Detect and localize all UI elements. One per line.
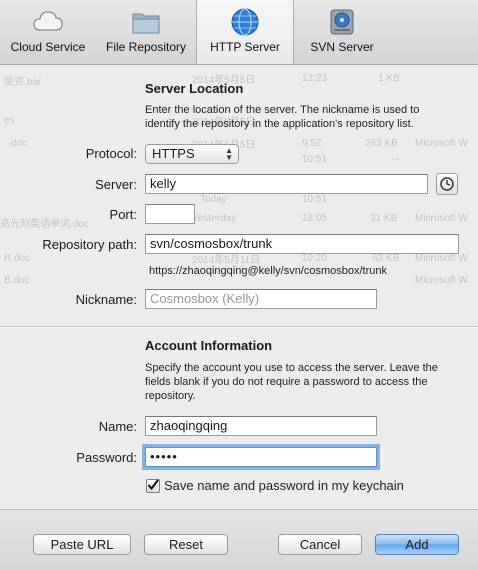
hard-drive-icon xyxy=(330,9,354,35)
tab-http-server[interactable]: HTTP Server xyxy=(196,0,294,64)
cloud-icon xyxy=(33,11,63,31)
section-divider xyxy=(0,326,478,328)
bg-file-date: Today xyxy=(200,194,227,205)
server-field[interactable]: kelly xyxy=(145,174,428,194)
server-settings-panel: 投资.bar 2014年5月5日 13:23 1 KB es 2014年5月5日… xyxy=(0,65,478,509)
protocol-select[interactable]: HTTPS ▲ ▼ xyxy=(145,144,239,164)
tab-label: HTTP Server xyxy=(210,40,280,54)
paste-url-button[interactable]: Paste URL xyxy=(33,534,131,555)
checkmark-icon xyxy=(147,479,159,491)
protocol-label: Protocol: xyxy=(85,146,137,161)
name-label: Name: xyxy=(98,419,137,434)
password-label: Password: xyxy=(76,450,137,465)
keychain-label[interactable]: Save name and password in my keychain xyxy=(164,478,404,494)
bg-file-name: es xyxy=(4,115,15,126)
bg-file-kind: Microsoft W xyxy=(415,213,468,224)
folder-icon xyxy=(132,13,160,34)
bg-file-time: 9:52 xyxy=(302,138,322,149)
bg-file-time: 10:20 xyxy=(302,253,328,264)
bg-file-kind: Microsoft W xyxy=(415,253,468,264)
cancel-button[interactable]: Cancel xyxy=(278,534,362,555)
bg-file-date: Yesterday xyxy=(192,213,237,224)
tab-svn-server[interactable]: SVN Server xyxy=(292,0,392,64)
server-label: Server: xyxy=(95,177,137,192)
bg-file-time: 10:51 xyxy=(302,194,328,205)
globe-icon xyxy=(231,8,259,36)
clock-icon xyxy=(440,177,454,191)
bg-file-name: 投资.bar xyxy=(4,77,42,88)
repository-path-label: Repository path: xyxy=(42,237,137,252)
repository-type-toolbar: Cloud Service File Repository HTTP Serve… xyxy=(0,0,478,65)
tab-label: File Repository xyxy=(105,40,187,54)
bg-file-time: 10:51 xyxy=(302,154,328,165)
name-field[interactable]: zhaoqingqing xyxy=(145,416,377,436)
password-field[interactable]: ••••• xyxy=(145,447,377,467)
bg-file-size: 31 KB xyxy=(370,213,398,224)
repository-path-field[interactable]: svn/cosmosbox/trunk xyxy=(145,234,459,254)
button-bar: Paste URL Reset Cancel Add xyxy=(0,509,478,570)
repository-url-preview: https://zhaoqingqing@kelly/svn/cosmosbox… xyxy=(149,265,388,277)
server-location-description: Enter the location of the server. The ni… xyxy=(145,104,420,130)
bg-file-size: -- xyxy=(392,154,399,165)
bg-file-size: 1 KB xyxy=(378,73,400,84)
account-information-title: Account Information xyxy=(145,338,273,353)
bg-file-time: 13:23 xyxy=(302,73,328,84)
tab-file-repository[interactable]: File Repository xyxy=(96,0,196,64)
reset-button[interactable]: Reset xyxy=(144,534,228,555)
recent-servers-button[interactable] xyxy=(436,173,458,195)
tab-label: SVN Server xyxy=(310,40,374,54)
nickname-label: Nickname: xyxy=(75,292,137,307)
bg-file-size: 263 KB xyxy=(365,138,398,149)
nickname-field[interactable]: Cosmosbox (Kelly) xyxy=(145,289,377,309)
bg-file-time: 18:05 xyxy=(302,213,328,224)
popup-arrows-icon: ▲ ▼ xyxy=(225,146,233,162)
keychain-checkbox[interactable] xyxy=(146,479,160,493)
server-location-title: Server Location xyxy=(145,81,244,96)
port-field[interactable] xyxy=(145,204,195,224)
port-label: Port: xyxy=(109,207,137,222)
protocol-value: HTTPS xyxy=(152,146,195,161)
bg-file-name: B.doc xyxy=(4,275,30,286)
tab-cloud-service[interactable]: Cloud Service xyxy=(0,0,96,64)
account-description: Specify the account you use to access th… xyxy=(145,362,438,402)
bg-file-size: 63 KB xyxy=(372,253,400,264)
add-button[interactable]: Add xyxy=(375,534,459,555)
background-file-listing: 投资.bar 2014年5月5日 13:23 1 KB es 2014年5月5日… xyxy=(0,65,478,509)
bg-file-kind: Microsoft W xyxy=(415,138,468,149)
bg-file-name: R.doc xyxy=(4,253,31,264)
bg-file-kind: Microsoft W xyxy=(415,275,468,286)
tab-label: Cloud Service xyxy=(10,40,86,54)
